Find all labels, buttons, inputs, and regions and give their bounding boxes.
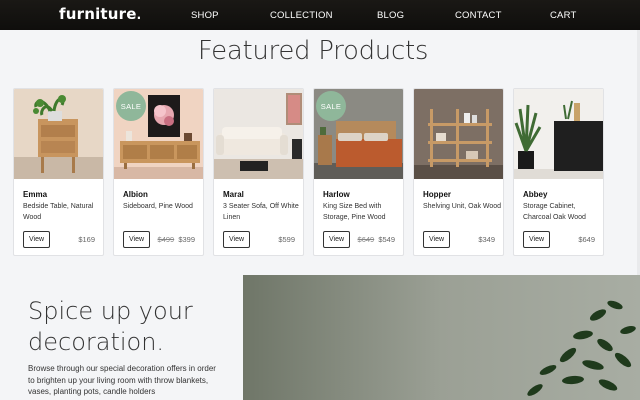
product-card-abbey[interactable]: Abbey Storage Cabinet, Charcoal Oak Wood… (513, 88, 604, 256)
product-grid: Emma Bedside Table, Natural Wood View $1… (13, 88, 633, 256)
product-card-hopper[interactable]: Hopper Shelving Unit, Oak Wood View $349 (413, 88, 504, 256)
product-image-emma[interactable] (14, 89, 103, 179)
product-image-maral[interactable] (214, 89, 303, 179)
nav-cart-link[interactable]: CART (550, 10, 577, 21)
current-price: $169 (78, 235, 95, 244)
product-price: $599 (278, 235, 295, 244)
product-card-harlow[interactable]: SALE Harlow King Size Bed with Storage, … (313, 88, 404, 256)
product-name: Abbey (523, 190, 548, 199)
view-button-hopper[interactable]: View (423, 231, 450, 248)
current-price: $349 (478, 235, 495, 244)
current-price: $549 (378, 235, 395, 244)
promo-heading-line2: decoration. (28, 328, 165, 356)
original-price: $499 (157, 235, 175, 244)
product-name: Emma (23, 190, 48, 199)
product-card-maral[interactable]: Maral 3 Seater Sofa, Off White Linen Vie… (213, 88, 304, 256)
product-description: 3 Seater Sofa, Off White Linen (223, 203, 299, 221)
product-price: $499 $399 (158, 235, 195, 244)
product-image-harlow[interactable]: SALE (314, 89, 403, 179)
brand-dot: . (136, 8, 142, 22)
product-image-hopper[interactable] (414, 89, 503, 179)
product-description: Sideboard, Pine Wood (123, 203, 193, 210)
product-card-albion[interactable]: SALE Albion Sideboard, Pine Wood View $4… (113, 88, 204, 256)
product-price: $649 (578, 235, 595, 244)
nav-shop-link[interactable]: SHOP (191, 10, 219, 21)
product-price: $349 (478, 235, 495, 244)
product-image-abbey[interactable] (514, 89, 603, 179)
current-price: $599 (278, 235, 295, 244)
product-description: Bedside Table, Natural Wood (23, 203, 94, 221)
product-description: Shelving Unit, Oak Wood (423, 203, 502, 210)
brand-logo[interactable]: furniture. (59, 5, 141, 23)
product-name: Harlow (323, 190, 350, 199)
product-description: Storage Cabinet, Charcoal Oak Wood (523, 203, 586, 221)
product-name: Hopper (423, 190, 451, 199)
sale-badge: SALE (316, 91, 346, 121)
view-button-harlow[interactable]: View (323, 231, 350, 248)
product-price: $649 $549 (358, 235, 395, 244)
promo-photo (243, 275, 640, 400)
view-button-abbey[interactable]: View (523, 231, 550, 248)
brand-name: furniture (59, 5, 137, 23)
product-image-albion[interactable]: SALE (114, 89, 203, 179)
nav-collection-link[interactable]: COLLECTION (270, 10, 333, 21)
featured-products-title: Featured Products (197, 36, 429, 66)
promo-heading: Spice up your decoration. (28, 296, 228, 358)
product-price: $169 (78, 235, 95, 244)
promo-heading-line1: Spice up your (28, 297, 193, 325)
promo-body-text: Browse through our special decoration of… (28, 364, 216, 396)
top-navigation-bar: furniture. SHOP COLLECTION BLOG CONTACT … (0, 0, 640, 30)
view-button-emma[interactable]: View (23, 231, 50, 248)
nav-blog-link[interactable]: BLOG (377, 10, 404, 21)
current-price: $399 (178, 235, 195, 244)
product-name: Maral (223, 190, 244, 199)
sale-badge: SALE (116, 91, 146, 121)
current-price: $649 (578, 235, 595, 244)
product-name: Albion (123, 190, 148, 199)
product-card-emma[interactable]: Emma Bedside Table, Natural Wood View $1… (13, 88, 104, 256)
nav-contact-link[interactable]: CONTACT (455, 10, 502, 21)
view-button-albion[interactable]: View (123, 231, 150, 248)
view-button-maral[interactable]: View (223, 231, 250, 248)
product-description: King Size Bed with Storage, Pine Wood (323, 203, 386, 221)
original-price: $649 (357, 235, 375, 244)
